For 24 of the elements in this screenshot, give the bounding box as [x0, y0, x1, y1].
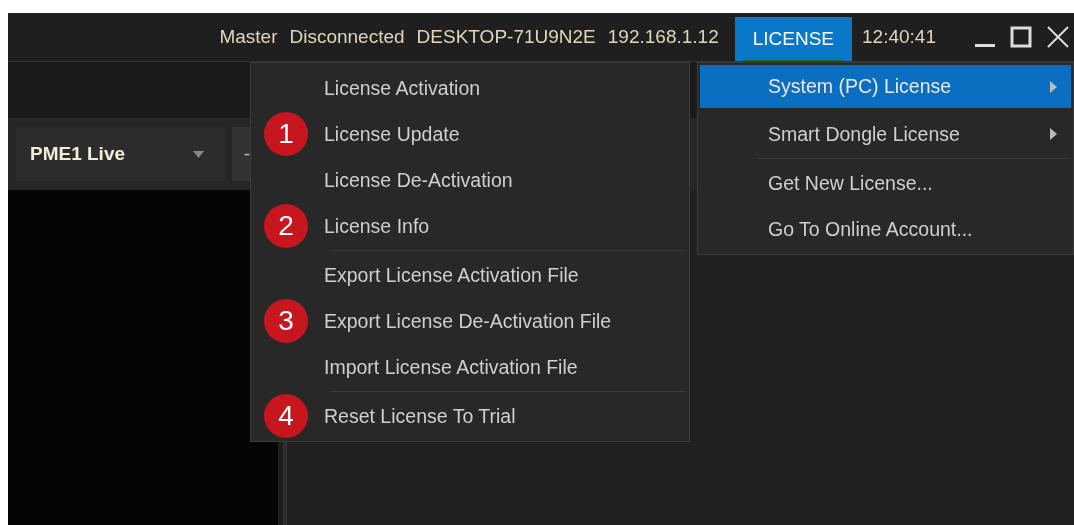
menu-item[interactable]: Import License Activation File: [253, 344, 687, 390]
menu-item[interactable]: 3 Export License De-Activation File: [253, 298, 687, 344]
number-badge: 3: [264, 299, 308, 343]
status-text: DESKTOP-71U9N2E: [415, 25, 597, 49]
maximize-icon[interactable]: [1010, 26, 1032, 48]
dropdown-caret-icon: [193, 150, 204, 158]
clock-text: 12:40:41: [861, 25, 937, 49]
number-badge: 2: [264, 204, 308, 248]
status-text: Master: [218, 25, 279, 49]
number-badge: 4: [264, 394, 308, 438]
menu-item[interactable]: Get New License...: [700, 160, 1071, 206]
menu-item[interactable]: License Activation: [253, 65, 687, 111]
license-menu[interactable]: LICENSE: [734, 17, 853, 61]
menu-item[interactable]: Smart Dongle License: [700, 111, 1071, 157]
output-dropdown[interactable]: PME1 Live: [16, 127, 226, 181]
number-badge: 1: [264, 112, 308, 156]
menu-item[interactable]: 4 Reset License To Trial: [253, 393, 687, 439]
status-text: 192.168.1.12: [606, 25, 720, 49]
menu-item[interactable]: 2 License Info: [253, 203, 687, 249]
close-icon[interactable]: [1046, 25, 1070, 49]
menu-item[interactable]: Go To Online Account...: [700, 206, 1071, 252]
menu-item[interactable]: System (PC) License: [700, 65, 1071, 108]
status-text: Disconnected: [288, 25, 406, 49]
menu-item[interactable]: Export License Activation File: [253, 252, 687, 298]
